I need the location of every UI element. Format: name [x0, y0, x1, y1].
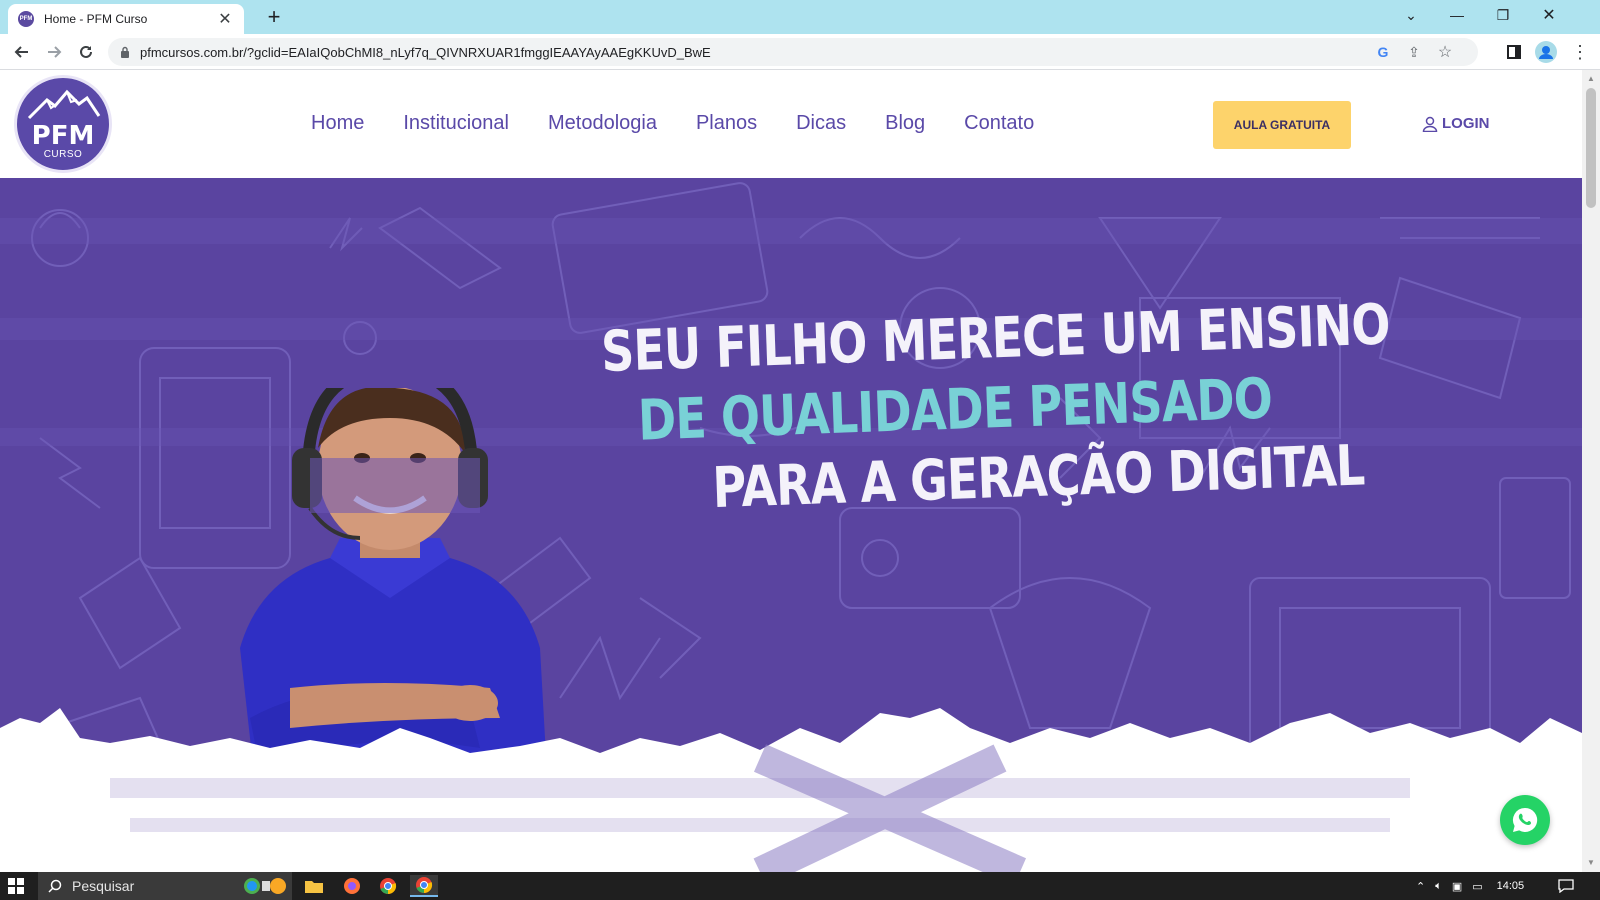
share-icon[interactable]: ⇪ [1403, 42, 1425, 62]
logo-text: PFM [31, 121, 95, 151]
menu-item-planos[interactable]: Planos [696, 112, 757, 135]
windows-taskbar: Pesquisar ⌃ 🔈︎ ▣ ▭ 14:05 [0, 872, 1600, 900]
tab-title: Home - PFM Curso [44, 12, 148, 26]
site-header: PFM CURSO Home Institucional Metodologia… [0, 70, 1582, 178]
chrome-icon[interactable] [374, 875, 402, 897]
meet-now-icon[interactable]: ▣ [1452, 880, 1462, 893]
file-explorer-icon[interactable] [300, 875, 328, 897]
torn-paper-edge [0, 708, 1582, 872]
menu-item-blog[interactable]: Blog [885, 112, 925, 135]
back-icon[interactable] [8, 38, 36, 66]
windows-start-icon[interactable] [8, 878, 24, 894]
url-text: pfmcursos.com.br/?gclid=EAIaIQobChMI8_nL… [140, 44, 711, 60]
user-icon [1422, 116, 1438, 132]
google-icon[interactable]: G [1372, 42, 1394, 62]
pfm-logo[interactable]: PFM CURSO [14, 75, 112, 173]
hero-banner: SEU FILHO MERECE UM ENSINO DE QUALIDADE … [0, 178, 1582, 872]
menu-item-home[interactable]: Home [311, 112, 364, 135]
minimize-button[interactable]: — [1434, 0, 1480, 30]
taskbar-search[interactable]: Pesquisar [38, 872, 292, 900]
menu-item-metodologia[interactable]: Metodologia [548, 112, 657, 135]
menu-item-contato[interactable]: Contato [964, 112, 1034, 135]
free-class-button[interactable]: AULA GRATUITA [1213, 101, 1351, 149]
tray-chevron-icon[interactable]: ⌃ [1416, 880, 1425, 893]
new-tab-button[interactable]: + [260, 4, 288, 30]
forward-icon[interactable] [40, 38, 68, 66]
kebab-menu-icon[interactable]: ⋮ [1566, 38, 1594, 66]
scroll-down-icon[interactable]: ▼ [1586, 858, 1596, 868]
address-bar[interactable]: pfmcursos.com.br/?gclid=EAIaIQobChMI8_nL… [108, 38, 1478, 66]
clock-time[interactable]: 14:05 [1497, 880, 1525, 892]
login-link[interactable]: LOGIN [1422, 115, 1490, 132]
browser-tab[interactable]: PFM Home - PFM Curso ✕ [8, 4, 244, 34]
volume-icon[interactable]: 🔈︎ [1435, 880, 1442, 893]
browser-toolbar: pfmcursos.com.br/?gclid=EAIaIQobChMI8_nL… [0, 34, 1600, 70]
main-menu: Home Institucional Metodologia Planos Di… [311, 112, 1073, 135]
profile-icon[interactable] [1532, 38, 1560, 66]
close-window-button[interactable]: ✕ [1526, 0, 1572, 30]
menu-item-institucional[interactable]: Institucional [403, 112, 509, 135]
whatsapp-button[interactable] [1500, 795, 1550, 845]
network-icon[interactable]: ▭ [1472, 880, 1482, 893]
search-icon [48, 879, 62, 893]
star-icon[interactable]: ☆ [1434, 42, 1456, 62]
chrome-active-window-icon[interactable] [410, 875, 438, 897]
reload-icon[interactable] [72, 38, 100, 66]
lock-icon [121, 46, 129, 58]
system-tray: ⌃ 🔈︎ ▣ ▭ 14:05 [1416, 872, 1524, 900]
close-tab-icon[interactable]: ✕ [216, 9, 234, 29]
side-panel-icon[interactable] [1500, 38, 1528, 66]
browser-tab-strip: PFM Home - PFM Curso ✕ + ⌄ — ❐ ✕ [0, 0, 1600, 34]
hero-headline: SEU FILHO MERECE UM ENSINO DE QUALIDADE … [600, 292, 1391, 528]
firefox-icon[interactable] [338, 875, 366, 897]
menu-item-dicas[interactable]: Dicas [796, 112, 846, 135]
tab-search-chevron-icon[interactable]: ⌄ [1388, 0, 1434, 30]
notification-icon[interactable] [1558, 872, 1574, 900]
login-label: LOGIN [1442, 115, 1490, 132]
page-scrollbar[interactable]: ▲ ▼ [1582, 70, 1600, 872]
taskbar-search-placeholder: Pesquisar [72, 878, 135, 894]
weather-widget-icon[interactable] [240, 875, 286, 897]
site-favicon-icon: PFM [18, 11, 34, 27]
logo-subtext: CURSO [43, 149, 83, 160]
whatsapp-icon [1512, 807, 1538, 832]
scroll-up-icon[interactable]: ▲ [1586, 74, 1596, 84]
restore-button[interactable]: ❐ [1480, 0, 1526, 30]
scrollbar-thumb[interactable] [1586, 88, 1596, 208]
